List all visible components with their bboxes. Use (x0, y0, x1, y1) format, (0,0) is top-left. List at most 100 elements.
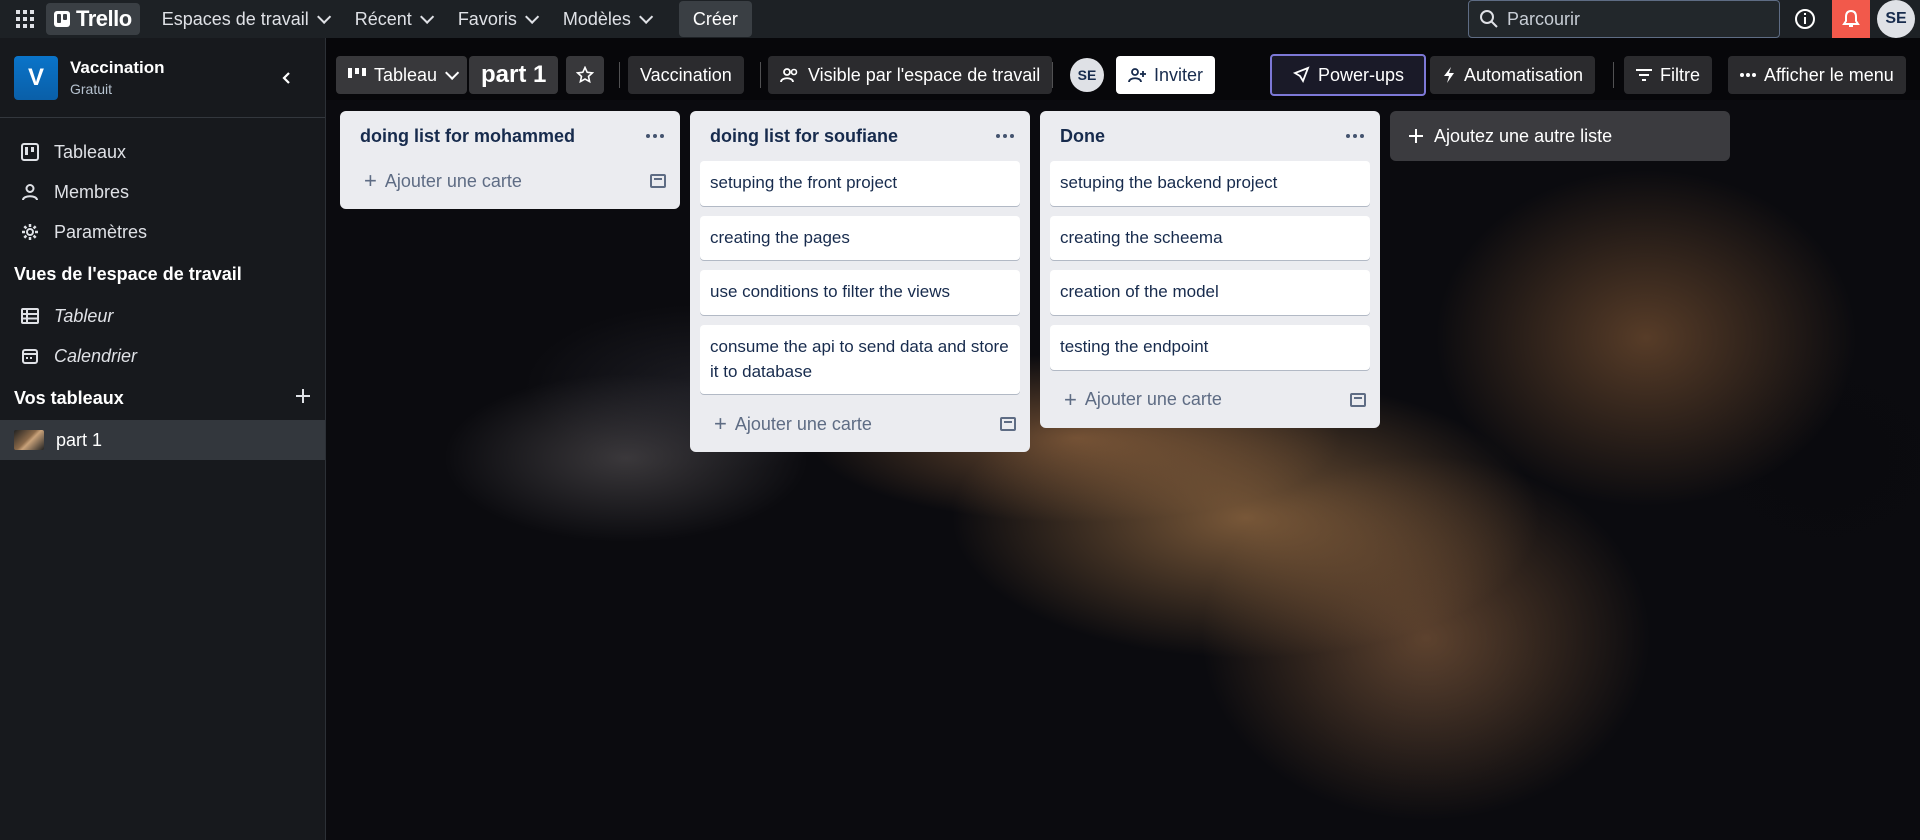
add-card-action[interactable]: + Ajouter une carte (364, 170, 522, 192)
card-template-icon[interactable] (1000, 417, 1016, 432)
sidebar-item-settings[interactable]: Paramètres (0, 212, 325, 252)
sidebar-item-table-view[interactable]: Tableur (0, 296, 325, 336)
plus-icon: + (1064, 386, 1077, 412)
star-button[interactable] (566, 56, 604, 94)
logo-text: Trello (76, 6, 132, 31)
workspace-views-heading: Vues de l'espace de travail (0, 252, 325, 296)
list-menu-icon[interactable] (646, 134, 664, 138)
card-template-icon[interactable] (1350, 392, 1366, 407)
trello-logo-icon (54, 11, 70, 27)
add-card-action[interactable]: + Ajouter une carte (1064, 386, 1222, 412)
invite-button[interactable]: Inviter (1116, 56, 1216, 94)
search-input[interactable]: Parcourir (1468, 0, 1780, 38)
visibility-label: Visible par l'espace de travail (808, 64, 1041, 85)
plus-icon: + (714, 411, 727, 437)
view-label: Tableau (374, 64, 438, 85)
workspace-avatar: V (14, 55, 58, 100)
card[interactable]: use conditions to filter the views (700, 270, 1020, 315)
divider (619, 62, 620, 88)
trello-logo[interactable]: Trello (46, 3, 140, 35)
filter-label: Filtre (1660, 64, 1700, 85)
card[interactable]: creation of the model (1050, 270, 1370, 315)
divider (1613, 62, 1614, 88)
list-header: Done (1040, 111, 1380, 161)
filter-icon (1636, 69, 1652, 81)
create-button[interactable]: Créer (678, 1, 752, 37)
section-title: Vos tableaux (14, 387, 124, 408)
menu-starred[interactable]: Favoris (446, 3, 547, 35)
automation-button[interactable]: Automatisation (1430, 56, 1596, 94)
card[interactable]: consume the api to send data and store i… (700, 324, 1020, 395)
board-member-avatar[interactable]: SE (1070, 58, 1104, 92)
gear-icon (20, 222, 40, 242)
filter-button[interactable]: Filtre (1624, 56, 1712, 94)
list-menu-icon[interactable] (996, 134, 1014, 138)
card[interactable]: creating the scheema (1050, 215, 1370, 261)
list-title[interactable]: doing list for soufiane (710, 126, 898, 147)
search-icon (1480, 10, 1498, 28)
powerups-button[interactable]: Power-ups (1270, 54, 1427, 96)
plus-icon (1409, 129, 1423, 143)
collapse-sidebar-button[interactable] (275, 66, 299, 90)
more-icon (1740, 73, 1756, 77)
card[interactable]: setuping the front project (700, 161, 1020, 206)
board-view-icon (348, 68, 366, 78)
list-menu-icon[interactable] (1346, 134, 1364, 138)
add-card-label: Ajouter une carte (734, 413, 872, 434)
search-placeholder: Parcourir (1507, 8, 1581, 29)
grid-icon (16, 10, 34, 28)
plus-icon (296, 388, 310, 403)
chevron-down-icon (419, 9, 435, 24)
app-switcher-button[interactable] (6, 0, 44, 38)
add-board-button[interactable] (295, 388, 311, 409)
add-card-action[interactable]: + Ajouter une carte (714, 413, 872, 435)
list-doing-soufiane: doing list for soufiane setuping the fro… (690, 111, 1030, 453)
show-menu-button[interactable]: Afficher le menu (1728, 56, 1906, 94)
your-boards-heading: Vos tableaux (0, 376, 325, 420)
table-icon (20, 306, 40, 326)
sidebar-item-label: Calendrier (54, 345, 138, 366)
list-title[interactable]: Done (1060, 126, 1105, 147)
card[interactable]: setuping the backend project (1050, 161, 1370, 206)
add-card-button[interactable]: + Ajouter une carte (1040, 380, 1380, 420)
notifications-button[interactable] (1832, 0, 1870, 38)
info-button[interactable] (1792, 6, 1818, 32)
sidebar-item-members[interactable]: Membres (0, 172, 325, 212)
section-title: Vues de l'espace de travail (14, 263, 242, 284)
view-switcher-button[interactable]: Tableau (336, 56, 468, 94)
list-header: doing list for soufiane (690, 111, 1030, 161)
menu-templates[interactable]: Modèles (551, 3, 661, 35)
sidebar-nav: Tableaux Membres Paramètres Vues de l'es… (0, 118, 325, 460)
workspace-header: V Vaccination Gratuit (0, 38, 325, 118)
sidebar-board-part-1[interactable]: part 1 (0, 420, 325, 460)
card[interactable]: testing the endpoint (1050, 324, 1370, 370)
sidebar-item-label: Tableaux (54, 141, 127, 162)
automation-label: Automatisation (1464, 64, 1584, 85)
plus-icon: + (364, 168, 377, 193)
user-avatar[interactable]: SE (1877, 0, 1915, 38)
sidebar-item-boards[interactable]: Tableaux (0, 132, 325, 172)
visibility-button[interactable]: Visible par l'espace de travail (768, 56, 1053, 94)
workspace-button[interactable]: Vaccination (628, 56, 744, 94)
add-list-button[interactable]: Ajoutez une autre liste (1390, 111, 1730, 161)
add-card-button[interactable]: + Ajouter une carte (340, 161, 680, 201)
calendar-icon (20, 346, 40, 366)
card[interactable]: creating the pages (700, 215, 1020, 261)
sidebar-item-calendar-view[interactable]: Calendrier (0, 336, 325, 376)
list-done: Done setuping the backend project creati… (1040, 111, 1380, 428)
top-navigation-bar: Trello Espaces de travail Récent Favoris… (0, 0, 1920, 38)
add-card-label: Ajouter une carte (1084, 389, 1222, 410)
menu-label: Modèles (562, 8, 631, 29)
card-template-icon[interactable] (650, 174, 666, 188)
chevron-down-icon (524, 9, 540, 24)
workspace-plan: Gratuit (70, 81, 113, 97)
sidebar-item-label: Paramètres (54, 221, 148, 242)
add-card-button[interactable]: + Ajouter une carte (690, 404, 1030, 444)
chevron-down-icon (445, 65, 460, 80)
board-thumbnail (14, 430, 44, 450)
board-title[interactable]: part 1 (469, 56, 559, 94)
menu-label: Afficher le menu (1764, 64, 1894, 85)
menu-workspaces[interactable]: Espaces de travail (150, 3, 339, 35)
menu-recent[interactable]: Récent (343, 3, 442, 35)
list-title[interactable]: doing list for mohammed (360, 126, 575, 147)
